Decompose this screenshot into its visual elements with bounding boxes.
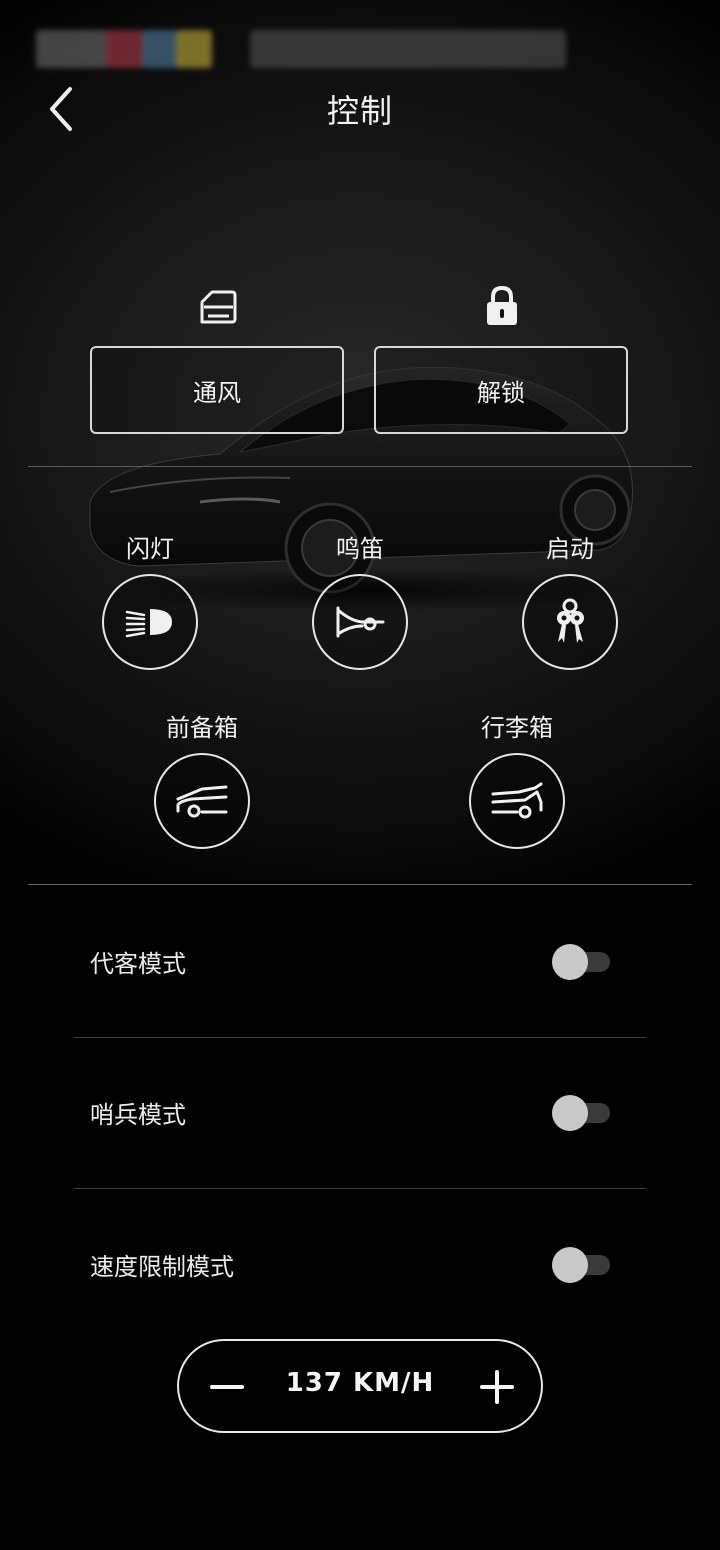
sentry-mode-label: 哨兵模式 [90,1101,186,1129]
sentry-mode-toggle[interactable] [552,1095,612,1131]
divider [74,1188,646,1189]
toggle-knob [552,944,588,980]
unlock-button[interactable]: 解锁 [374,346,628,434]
decrease-speed-button[interactable] [201,1361,253,1413]
speed-limit-mode-toggle[interactable] [552,1247,612,1283]
setting-row-speed-limit-mode: 速度限制模式 [74,1225,646,1305]
setting-row-sentry-mode: 哨兵模式 [74,1073,646,1153]
control-flash-lights: 闪灯 [80,532,220,670]
valet-mode-label: 代客模式 [90,950,186,978]
divider [28,466,692,467]
keys-icon [557,598,584,643]
lock-icon [480,284,524,328]
trunk-label: 行李箱 [481,714,553,742]
window-icon [196,285,240,329]
flash-lights-label: 闪灯 [126,535,174,563]
start-label: 启动 [546,535,594,563]
speed-limit-stepper: 137 KM/H [177,1339,543,1433]
horn-button[interactable] [312,574,408,670]
unlock-button-label: 解锁 [477,378,525,407]
flash-lights-button[interactable] [102,574,198,670]
vent-button[interactable]: 通风 [90,346,344,434]
headlight-icon [125,609,172,638]
minus-icon [210,1385,244,1389]
control-trunk: 行李箱 [447,711,587,849]
speed-limit-value: 137 KM/H [285,1368,435,1398]
control-horn: 鸣笛 [290,532,430,670]
frunk-icon [176,785,228,818]
page-title: 控制 [326,92,393,130]
trunk-button[interactable] [469,753,565,849]
horn-icon [336,606,385,638]
trunk-icon [491,782,543,819]
vent-button-label: 通风 [193,378,241,407]
horn-label: 鸣笛 [336,535,384,563]
frunk-label: 前备箱 [166,714,238,742]
valet-mode-toggle[interactable] [552,944,612,980]
control-start: 启动 [500,532,640,670]
divider [28,884,692,885]
toggle-knob [552,1095,588,1131]
divider [74,1037,646,1038]
control-frunk: 前备箱 [132,711,272,849]
start-button[interactable] [522,574,618,670]
frunk-button[interactable] [154,753,250,849]
speed-limit-mode-label: 速度限制模式 [90,1253,234,1281]
plus-icon [480,1370,514,1404]
increase-speed-button[interactable] [471,1361,523,1413]
setting-row-valet-mode: 代客模式 [74,922,646,1002]
toggle-knob [552,1247,588,1283]
